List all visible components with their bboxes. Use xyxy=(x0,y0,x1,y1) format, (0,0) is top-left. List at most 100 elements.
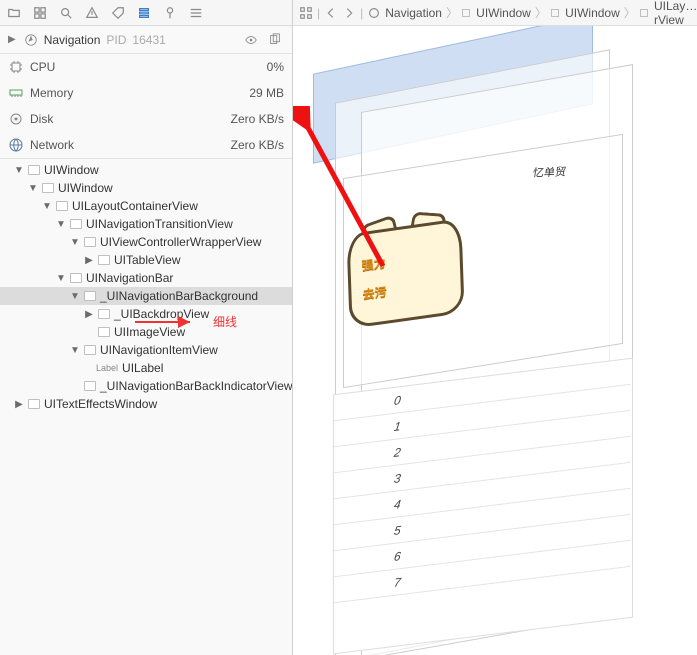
metric-row[interactable]: NetworkZero KB/s xyxy=(0,132,292,158)
view-box-icon xyxy=(28,165,40,175)
navigation-header: ▶ Navigation PID 16431 xyxy=(0,26,292,54)
view-hierarchy-tree: ▼ UIWindow ▼ UIWindow ▼ UILayoutContainerView… xyxy=(0,159,292,655)
chevron-right-icon: 〉 xyxy=(535,4,547,21)
tree-node-label: UINavigationBar xyxy=(86,271,173,285)
metric-row[interactable]: Disk Zero KB/s xyxy=(0,106,292,132)
tree-row[interactable]: ▶ UITextEffectsWindow xyxy=(0,395,292,413)
breadcrumb-bar: | | Navigation 〉 UIWindow 〉 UIWindow 〉 U… xyxy=(293,0,697,26)
tree-row[interactable]: ▼ UIViewControllerWrapperView xyxy=(0,233,292,251)
view-box-icon xyxy=(98,255,110,265)
tree-row[interactable]: Label UILabel xyxy=(0,359,292,377)
disclosure-arrow-icon[interactable]: ▼ xyxy=(70,345,80,356)
breadcrumb-item[interactable]: Navigation xyxy=(385,6,442,20)
navigation-title: Navigation xyxy=(44,33,101,47)
tree-row[interactable]: ▶ UITableView xyxy=(0,251,292,269)
metrics-panel: CPU0%Memory29 MBDiskZero KB/sNetworkZero… xyxy=(0,54,292,159)
metric-row[interactable]: Memory29 MB xyxy=(0,80,292,106)
tree-node-label: _UINavigationBarBackIndicatorView xyxy=(100,379,292,393)
network-icon xyxy=(8,137,24,153)
separator: | xyxy=(317,6,320,20)
label-tag: Label xyxy=(96,363,118,373)
tree-row[interactable]: ▼ UIWindow xyxy=(0,161,292,179)
disclosure-arrow-icon[interactable]: ▼ xyxy=(14,165,24,176)
view-debugger-canvas[interactable]: 忆单贸 强力去污 01234567 xyxy=(293,26,697,655)
breadcrumb-item[interactable]: UILay…rView xyxy=(654,0,697,27)
cpu-icon xyxy=(8,59,24,75)
metric-value: Zero KB/s xyxy=(231,138,284,152)
metric-row[interactable]: CPU 0% xyxy=(0,54,292,80)
separator: | xyxy=(360,6,363,20)
tree-row[interactable]: ▼ UINavigationBar xyxy=(0,269,292,287)
back-icon[interactable] xyxy=(324,5,338,21)
tree-node-label: UIWindow xyxy=(58,181,113,195)
breadcrumb-item[interactable]: UIWindow xyxy=(565,6,620,20)
apps-icon[interactable] xyxy=(299,5,313,21)
view-box-icon xyxy=(98,309,110,319)
tree-node-label: UIImageView xyxy=(114,325,185,339)
left-panel: ▶ Navigation PID 16431 CPU0%Memory29 MBD… xyxy=(0,0,293,655)
compass-small-icon xyxy=(367,5,381,21)
stack-icon[interactable] xyxy=(136,5,152,21)
tree-node-label: UITableView xyxy=(114,253,180,267)
disclosure-arrow-icon[interactable]: ▶ xyxy=(84,255,94,266)
disclosure-arrow-icon[interactable]: ▼ xyxy=(28,183,38,194)
disclosure-arrow-icon[interactable]: ▼ xyxy=(42,201,52,212)
menu-icon[interactable] xyxy=(188,5,204,21)
tree-node-label: UIWindow xyxy=(44,163,99,177)
view-box-icon xyxy=(462,9,470,17)
view-box-icon xyxy=(42,183,54,193)
tree-row[interactable]: _UINavigationBarBackIndicatorView xyxy=(0,377,292,395)
tree-row[interactable]: ▼UINavigationTransitionView xyxy=(0,215,292,233)
metric-value: 0% xyxy=(267,60,284,74)
view-box-icon xyxy=(98,327,110,337)
view-box-icon xyxy=(56,201,68,211)
view-box-icon xyxy=(640,9,648,17)
sticker-line2: 去污 xyxy=(362,285,386,302)
view-box-icon xyxy=(551,9,559,17)
disclosure-arrow-icon[interactable]: ▶ xyxy=(84,309,94,320)
metric-label: Disk xyxy=(30,112,53,126)
tree-row[interactable]: ▶ _UIBackdropView xyxy=(0,305,292,323)
compass-icon xyxy=(24,33,38,47)
disclosure-arrow-icon[interactable]: ▶ xyxy=(14,399,24,410)
warning-icon[interactable] xyxy=(84,5,100,21)
breadcrumb-item[interactable]: UIWindow xyxy=(476,6,531,20)
disclosure-arrow-icon[interactable]: ▼ xyxy=(56,219,66,230)
tree-row[interactable]: ▼ UIWindow xyxy=(0,179,292,197)
folder-icon[interactable] xyxy=(6,5,22,21)
nav-title-label: 忆单贸 xyxy=(532,163,567,180)
view-box-icon xyxy=(84,237,96,247)
view-box-icon xyxy=(70,219,82,229)
tree-node-label: _UIBackdropView xyxy=(114,307,209,321)
pid-value: 16431 xyxy=(132,33,165,47)
disk-icon xyxy=(8,111,24,127)
disclosure-arrow-icon[interactable]: ▼ xyxy=(56,273,66,284)
view-box-icon xyxy=(70,273,82,283)
tree-node-label: UILabel xyxy=(122,361,163,375)
metric-value: Zero KB/s xyxy=(231,112,284,126)
table-layer[interactable]: 01234567 xyxy=(333,358,633,655)
disclosure-arrow-icon[interactable]: ▼ xyxy=(70,237,80,248)
eye-icon[interactable] xyxy=(242,31,260,49)
tree-row[interactable]: UIImageView xyxy=(0,323,292,341)
copy-icon[interactable] xyxy=(266,31,284,49)
pid-prefix: PID xyxy=(106,33,126,47)
tree-node-label: UINavigationItemView xyxy=(100,343,218,357)
metric-label: Memory xyxy=(30,86,73,100)
metric-label: CPU xyxy=(30,60,55,74)
tree-row[interactable]: ▼ UILayoutContainerView xyxy=(0,197,292,215)
disclosure-triangle-icon[interactable]: ▶ xyxy=(8,34,16,45)
grid-icon[interactable] xyxy=(32,5,48,21)
tree-node-label: UIViewControllerWrapperView xyxy=(100,235,261,249)
tree-row[interactable]: ▼ UINavigationItemView xyxy=(0,341,292,359)
forward-icon[interactable] xyxy=(342,5,356,21)
view-box-icon xyxy=(84,381,96,391)
tag-icon[interactable] xyxy=(110,5,126,21)
search-icon[interactable] xyxy=(58,5,74,21)
disclosure-arrow-icon[interactable]: ▼ xyxy=(70,291,80,302)
view-box-icon xyxy=(84,291,96,301)
tree-node-label: UITextEffectsWindow xyxy=(44,397,157,411)
tree-row[interactable]: ▼_UINavigationBarBackground xyxy=(0,287,292,305)
tree-node-label: UILayoutContainerView xyxy=(72,199,198,213)
pin-icon[interactable] xyxy=(162,5,178,21)
